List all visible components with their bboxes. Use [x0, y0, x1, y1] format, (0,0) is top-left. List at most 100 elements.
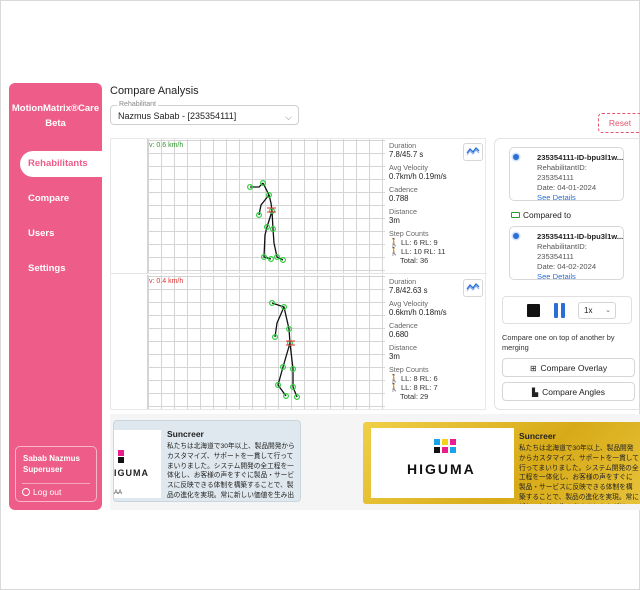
- wave-chart-icon: [466, 147, 480, 156]
- wave-chart-icon: [466, 283, 480, 292]
- see-details-link[interactable]: See Details: [519, 193, 623, 203]
- logo-cube: [434, 447, 440, 453]
- steps-total: Total: 36: [400, 256, 429, 265]
- page-title: Compare Analysis: [110, 85, 199, 97]
- compare-angles-button[interactable]: ▙ Compare Angles: [502, 382, 635, 401]
- brand-logo: MotionMatrix®Care Beta: [9, 101, 102, 131]
- sidebar-item-users[interactable]: Users: [9, 221, 102, 247]
- ad-card-left[interactable]: IGUMA AA Suncreer 私たちは北海道で30年以上、製品開発からカス…: [113, 420, 301, 502]
- compare-panel: 235354111-ID-bpu3l1w... RehabilitantID: …: [494, 138, 640, 410]
- session-view-bottom: v: 0.4 km/h Duration 7.8/42.63 s Avg Vel…: [111, 275, 487, 410]
- brand-name: MotionMatrix®Care: [11, 103, 100, 114]
- steps-row: 🚶 LL: 10 RL: 11: [389, 247, 481, 256]
- compared-to-label: Compared to: [511, 210, 571, 220]
- logo-cube: [450, 447, 456, 453]
- chevron-down-icon: ⌵: [285, 112, 292, 122]
- logo-cube: [442, 439, 448, 445]
- steps-row: 🚶 LL: 8 RL: 7: [389, 383, 481, 392]
- session-rehabilitant-id: RehabilitantID: 235354111: [537, 242, 587, 261]
- compare-overlay-label: Compare Overlay: [540, 363, 608, 373]
- ad-title: Suncreer: [167, 429, 204, 439]
- rehabilitant-select-label: Rehabilitant: [117, 100, 158, 109]
- logo-cube: [118, 450, 124, 456]
- speed-readout: v: 0.4 km/h: [149, 278, 184, 285]
- sidebar-item-compare[interactable]: Compare: [9, 186, 102, 212]
- session-date: Date: 04-01-2024: [537, 183, 597, 192]
- chart-toggle-button[interactable]: [463, 279, 483, 297]
- skeleton-figure: [246, 179, 287, 263]
- steps-row: 🚶 LL: 6 RL: 9: [389, 238, 481, 247]
- steps-row: 🚶 LL: 8 RL: 6: [389, 374, 481, 383]
- overlay-icon: ⊞: [529, 364, 537, 373]
- playback-controls: 1x ⌄: [502, 296, 632, 324]
- session-card-a[interactable]: 235354111-ID-bpu3l1w... RehabilitantID: …: [509, 147, 624, 203]
- see-details-link[interactable]: See Details: [519, 272, 623, 282]
- walking-icon: 🚶: [389, 247, 399, 256]
- ad-banner-strip: IGUMA AA Suncreer 私たちは北海道で30年以上、製品開発からカス…: [110, 414, 640, 510]
- app-window: MotionMatrix®Care Beta Rehabilitants Com…: [0, 0, 640, 590]
- sidebar-item-settings[interactable]: Settings: [9, 256, 102, 282]
- skeleton-figure: [268, 300, 301, 400]
- session-id: 235354111-ID-bpu3l1w...: [537, 232, 623, 241]
- session-view-top: v: 0.6 km/h Duration 7.8/45.7 s Avg Velo…: [111, 139, 487, 274]
- compared-to-text: Compared to: [523, 210, 571, 220]
- user-name: Sabab Nazmus: [23, 454, 80, 463]
- logo-cube: [118, 457, 124, 463]
- logo-cube: [442, 447, 448, 453]
- steps-label: Step Counts: [389, 229, 429, 238]
- velocity-label: Avg Velocity: [389, 299, 429, 308]
- sidebar: MotionMatrix®Care Beta Rehabilitants Com…: [9, 83, 111, 510]
- ad-body: 私たちは北海道で30年以上、製品開発からカスタマイズ、サポートを一貫して行ってま…: [167, 443, 295, 499]
- user-role: Superuser: [23, 465, 63, 474]
- distance-label: Distance: [389, 207, 417, 216]
- ad-title: Suncreer: [519, 431, 556, 441]
- playback-speed-value: 1x: [584, 306, 593, 315]
- logout-label: Log out: [33, 487, 62, 497]
- logo-text: HIGUMA: [407, 461, 476, 477]
- rehabilitant-select-value: Nazmus Sabab - [235354111]: [118, 111, 237, 121]
- ad-body: 私たちは北海道で30年以上、製品開発からカスタマイズ、サポートを一貫して行ってま…: [519, 445, 639, 504]
- steps-value: LL: 8 RL: 6: [400, 374, 438, 383]
- logout-icon: [22, 488, 30, 496]
- speed-readout: v: 0.6 km/h: [149, 142, 184, 149]
- steps-value: LL: 10 RL: 11: [400, 247, 446, 256]
- walking-icon: 🚶: [389, 383, 399, 392]
- chart-toggle-button[interactable]: [463, 143, 483, 161]
- steps-value: LL: 6 RL: 9: [400, 238, 438, 247]
- rehabilitant-select[interactable]: Rehabilitant Nazmus Sabab - [235354111] …: [110, 100, 299, 125]
- stop-button[interactable]: [527, 304, 540, 317]
- compare-icon: [511, 212, 520, 218]
- user-card: Sabab Nazmus Superuser Log out: [15, 446, 97, 502]
- distance-label: Distance: [389, 343, 417, 352]
- pause-button[interactable]: [553, 303, 567, 318]
- compare-angles-label: Compare Angles: [542, 387, 605, 397]
- walking-icon: 🚶: [389, 374, 399, 383]
- steps-total: Total: 29: [400, 392, 429, 401]
- higuma-logo: HIGUMA: [371, 428, 514, 498]
- cadence-label: Cadence: [389, 185, 418, 194]
- playback-speed-select[interactable]: 1x ⌄: [578, 302, 616, 319]
- logo-text: IGUMA: [114, 468, 149, 478]
- brand-tag: Beta: [45, 118, 66, 129]
- ad-card-right[interactable]: HIGUMA Suncreer 私たちは北海道で30年以上、製品開発からカスタマ…: [363, 422, 640, 504]
- velocity-value: 0.6km/h 0.18m/s: [389, 308, 447, 317]
- higuma-logo: IGUMA AA: [114, 430, 161, 498]
- reset-button[interactable]: Reset: [598, 113, 640, 133]
- session-rehabilitant-id: RehabilitantID: 235354111: [537, 163, 587, 182]
- steps-value: LL: 8 RL: 7: [400, 383, 438, 392]
- logo-cube: [434, 439, 440, 445]
- velocity-value: 0.7km/h 0.19m/s: [389, 172, 447, 181]
- bar-chart-icon: ▙: [532, 388, 539, 397]
- logo-cube: [450, 439, 456, 445]
- steps-label: Step Counts: [389, 365, 429, 374]
- chevron-down-icon: ⌄: [605, 307, 611, 314]
- distance-value: 3m: [389, 216, 400, 225]
- analysis-panel: v: 0.6 km/h Duration 7.8/45.7 s Avg Velo…: [110, 138, 487, 410]
- cadence-label: Cadence: [389, 321, 418, 330]
- cadence-value: 0.788: [389, 194, 409, 203]
- sidebar-item-rehabilitants[interactable]: Rehabilitants: [20, 151, 111, 177]
- logout-button[interactable]: Log out: [22, 483, 90, 498]
- compare-overlay-button[interactable]: ⊞ Compare Overlay: [502, 358, 635, 377]
- session-card-b[interactable]: 235354111-ID-bpu3l1w... RehabilitantID: …: [509, 226, 624, 282]
- session-id: 235354111-ID-bpu3l1w...: [537, 153, 623, 162]
